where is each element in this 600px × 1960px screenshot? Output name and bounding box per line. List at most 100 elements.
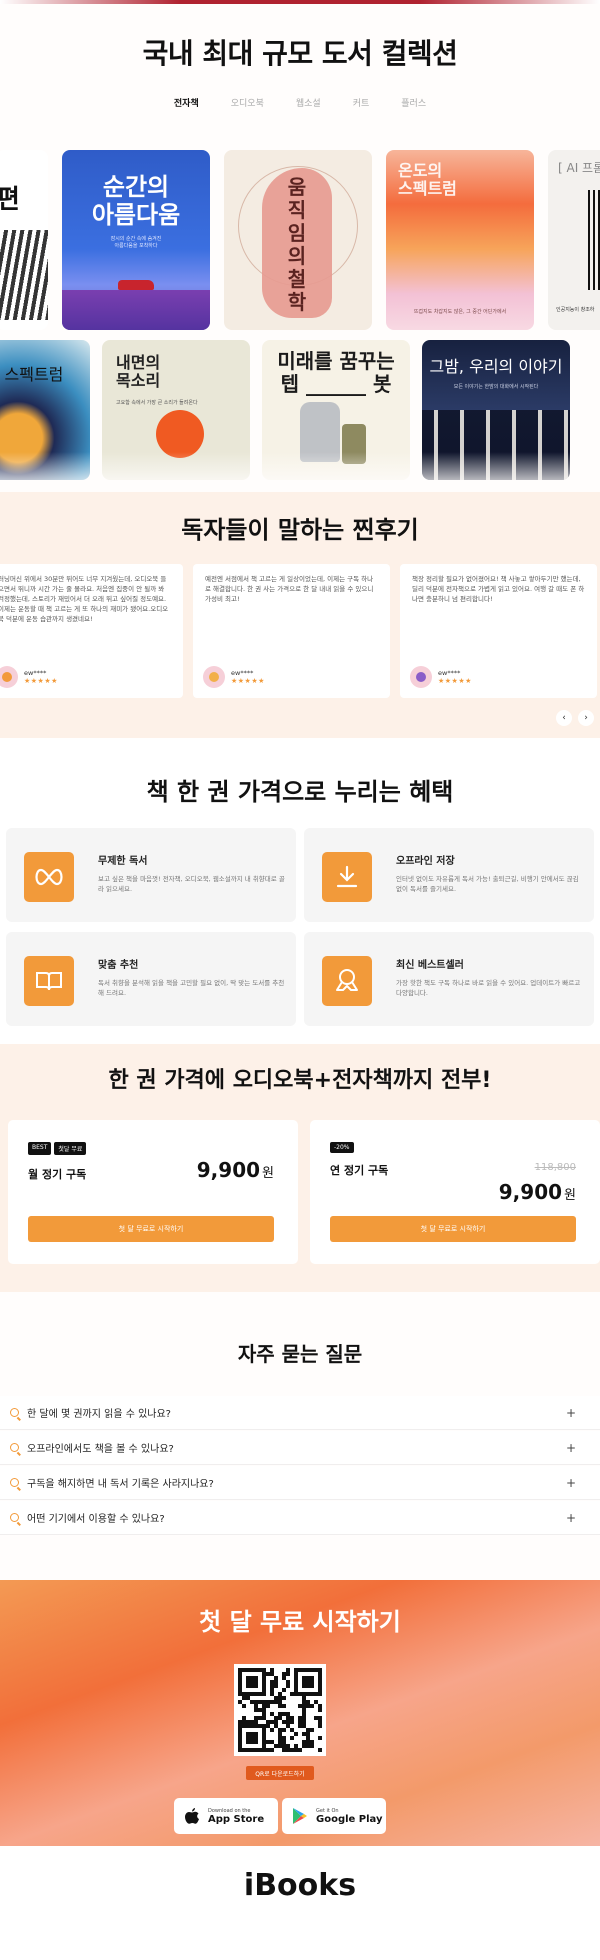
start-free-button[interactable]: 첫 달 무료로 시작하기: [330, 1216, 576, 1242]
collection-tabs: 전자책 오디오북 웹소설 커트 플러스: [0, 92, 600, 113]
pricing-title: 한 권 가격에 오디오북+전자책까지 전부!: [108, 1068, 492, 1093]
tab-webnovel[interactable]: 웹소설: [280, 92, 337, 113]
plan-price: 9,900 원: [499, 1180, 576, 1204]
store-name: App Store: [208, 1813, 265, 1825]
faq-question: 오프라인에서도 책을 볼 수 있나요?: [27, 1444, 174, 1455]
tab-ebook[interactable]: 전자책: [158, 92, 215, 113]
book-cover[interactable]: 순간의 아름다움 잠시의 순간 속에 숨겨진 아름다움을 포착하다: [62, 150, 210, 330]
faq-question: 구독을 해지하면 내 독서 기록은 사라지나요?: [27, 1479, 214, 1490]
pricing-plans: BEST 첫달 무료 월 정기 구독 9,900 원 첫 달 무료로 시작하기 -…: [8, 1120, 600, 1264]
cta-title: 첫 달 무료 시작하기: [199, 1608, 401, 1636]
qr-code: [234, 1664, 326, 1756]
reviewer: ew**** ★★★★★: [410, 666, 472, 688]
tab-plus[interactable]: 플러스: [385, 92, 442, 113]
star-rating: ★★★★★: [24, 677, 58, 685]
car-illustration: [118, 280, 154, 290]
book-cover[interactable]: [ AI 프롬프 인공지능이 창조하: [548, 150, 600, 330]
tab-audiobook[interactable]: 오디오북: [215, 92, 280, 113]
reviewer: ew**** ★★★★★: [203, 666, 265, 688]
faq-question: 어떤 기기에서 이용할 수 있나요?: [27, 1514, 165, 1525]
pricing-section: 한 권 가격에 오디오북+전자책까지 전부! BEST 첫달 무료 월 정기 구…: [0, 1044, 600, 1292]
book-title: 움직임의 철학: [287, 175, 307, 314]
faq-title: 자주 묻는 질문: [237, 1342, 363, 1366]
benefit-desc: 가장 핫한 책도 구독 하나로 바로 읽을 수 있어요. 업데이트가 빠르고 다…: [396, 979, 581, 998]
faq-item[interactable]: 한 달에 몇 권까지 읽을 수 있나요? +: [0, 1396, 600, 1430]
qr-code-pattern: [238, 1668, 322, 1752]
plan-old-price: 118,800: [534, 1162, 576, 1173]
book-title: 그밤, 우리의 이야기: [429, 357, 563, 376]
collection-section: 국내 최대 규모 도서 컬렉션 전자책 오디오북 웹소설 커트 플러스 편 순간…: [0, 4, 600, 492]
plus-icon: +: [565, 1510, 576, 1525]
waveform-illustration: [588, 190, 600, 290]
benefit-card: 맞춤 추천 독서 취향을 분석해 읽을 책을 고민할 필요 없이, 딱 맞는 도…: [6, 932, 296, 1026]
book-title: 미래를 꿈꾸는 텝 ______ 봇: [277, 349, 395, 396]
reviews-section: 독자들이 말하는 찐후기 러닝머신 위에서 30분만 뛰어도 너무 지겨웠는데,…: [0, 492, 600, 738]
logo: iBooks: [243, 1868, 357, 1903]
benefit-desc: 보고 싶은 책을 마음껏! 전자책, 오디오북, 웹소설까지 내 취향대로 골라…: [98, 875, 285, 894]
book-title: 온도의 스펙트럼: [398, 161, 457, 199]
footer: iBooks: [0, 1846, 600, 1954]
book-cover[interactable]: 온도의 스펙트럼 뜨겁지도 차갑지도 않은, 그 중간 어딘가에서: [386, 150, 534, 330]
price-amount: 9,900: [498, 1180, 563, 1204]
book-subtitle: 인공지능이 창조하: [556, 307, 595, 313]
sun-illustration: [156, 410, 204, 458]
benefit-title: 오프라인 저장: [396, 856, 455, 867]
benefit-desc: 인터넷 없이도 자유롭게 독서 가능! 출퇴근길, 비행기 안에서도 끊김 없이…: [396, 875, 579, 894]
avatar: [410, 666, 432, 688]
book-cover[interactable]: 움직임의 철학: [224, 150, 372, 330]
book-title: 각의 스펙트럼: [0, 365, 64, 384]
reviewer-name: ew****: [231, 669, 254, 677]
apple-icon: [185, 1808, 199, 1824]
search-icon: [10, 1478, 19, 1487]
benefit-card: 최신 베스트셀러 가장 핫한 책도 구독 하나로 바로 읽을 수 있어요. 업데…: [304, 932, 594, 1026]
reviewer: ew**** ★★★★★: [0, 666, 58, 688]
book-subtitle: 잠시의 순간 속에 숨겨진 아름다움을 포착하다: [110, 236, 162, 249]
benefits-title: 책 한 권 가격으로 누리는 혜택: [146, 778, 454, 806]
store-name: Google Play: [316, 1813, 383, 1825]
book-subtitle: 고요함 속에서 가장 큰 소리가 들려온다: [116, 400, 198, 406]
price-unit: 원: [262, 1166, 274, 1181]
book-subtitle: 뜨겁지도 차갑지도 않은, 그 중간 어딘가에서: [413, 309, 507, 315]
review-card: 책장 정리할 필요가 없어졌어요! 책 사놓고 쌓아두기만 했는데, 딜리 덕분…: [400, 564, 597, 698]
faq-section: 자주 묻는 질문 한 달에 몇 권까지 읽을 수 있나요? + 오프라인에서도 …: [0, 1292, 600, 1580]
google-play-icon: [293, 1808, 307, 1824]
google-play-button[interactable]: Get it On Google Play: [282, 1798, 386, 1834]
benefit-card: 오프라인 저장 인터넷 없이도 자유롭게 독서 가능! 출퇴근길, 비행기 안에…: [304, 828, 594, 922]
faq-item[interactable]: 어떤 기기에서 이용할 수 있나요? +: [0, 1501, 600, 1535]
review-card: 러닝머신 위에서 30분만 뛰어도 너무 지겨웠는데, 오디오북 들으면서 뛰니…: [0, 564, 183, 698]
book-illustration: [62, 290, 210, 330]
review-text: 책장 정리할 필요가 없어졌어요! 책 사놓고 쌓아두기만 했는데, 딜리 덕분…: [412, 575, 585, 604]
book-open-icon: [24, 956, 74, 1006]
badge-free-month: 첫달 무료: [54, 1142, 87, 1155]
carousel-nav: ‹ ›: [556, 710, 594, 726]
price-amount: 9,900: [196, 1158, 261, 1182]
plus-icon: +: [565, 1475, 576, 1490]
book-carousel-row-1: 편 순간의 아름다움 잠시의 순간 속에 숨겨진 아름다움을 포착하다 움직임의…: [0, 150, 600, 330]
plan-badges: -20%: [330, 1142, 354, 1153]
benefits-grid: 무제한 독서 보고 싶은 책을 마음껏! 전자책, 오디오북, 웹소설까지 내 …: [6, 828, 594, 1026]
infinity-icon: [24, 852, 74, 902]
chevron-right-icon[interactable]: ›: [578, 710, 594, 726]
benefit-title: 무제한 독서: [98, 856, 148, 867]
tab-cut[interactable]: 커트: [337, 92, 386, 113]
qr-download-button[interactable]: QR로 다운로드하기: [246, 1766, 314, 1780]
faq-item[interactable]: 오프라인에서도 책을 볼 수 있나요? +: [0, 1431, 600, 1465]
book-title: 내면의 목소리: [116, 353, 161, 391]
start-free-button[interactable]: 첫 달 무료로 시작하기: [28, 1216, 274, 1242]
faq-list: 한 달에 몇 권까지 읽을 수 있나요? + 오프라인에서도 책을 볼 수 있나…: [0, 1396, 600, 1536]
faq-item[interactable]: 구독을 해지하면 내 독서 기록은 사라지나요? +: [0, 1466, 600, 1500]
benefits-section: 책 한 권 가격으로 누리는 혜택 무제한 독서 보고 싶은 책을 마음껏! 전…: [0, 738, 600, 1044]
plus-icon: +: [565, 1405, 576, 1420]
app-store-button[interactable]: Download on the App Store: [174, 1798, 278, 1834]
plan-card-monthly: BEST 첫달 무료 월 정기 구독 9,900 원 첫 달 무료로 시작하기: [8, 1120, 298, 1264]
badge-discount: -20%: [330, 1142, 354, 1153]
benefit-card: 무제한 독서 보고 싶은 책을 마음껏! 전자책, 오디오북, 웹소설까지 내 …: [6, 828, 296, 922]
plan-name: 월 정기 구독: [28, 1168, 87, 1181]
chevron-left-icon[interactable]: ‹: [556, 710, 572, 726]
book-cover[interactable]: 편: [0, 150, 48, 330]
download-icon: [322, 852, 372, 902]
star-rating: ★★★★★: [231, 677, 265, 685]
book-illustration: [0, 230, 48, 320]
review-text: 예전엔 서점에서 책 고르는 게 일상이었는데, 이제는 구독 하나로 해결합니…: [205, 575, 374, 604]
star-rating: ★★★★★: [438, 677, 472, 685]
